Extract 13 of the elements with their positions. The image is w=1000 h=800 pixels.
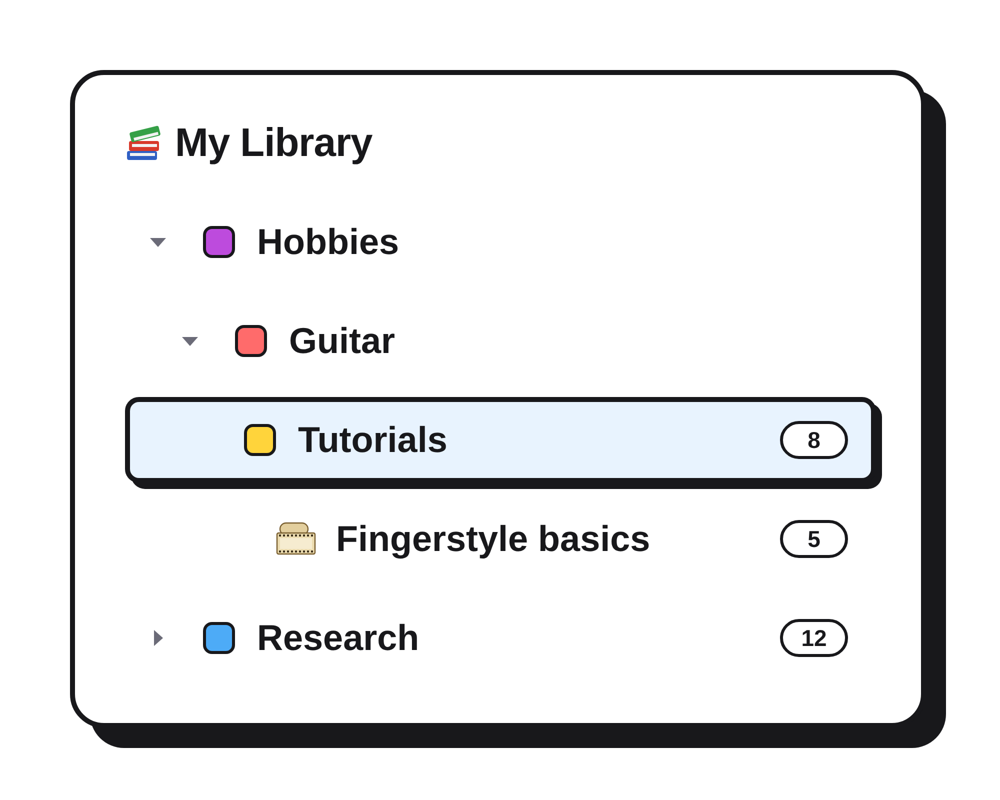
tree-item[interactable]: Fingerstyle basics 5 bbox=[125, 496, 876, 582]
count-badge: 5 bbox=[780, 520, 848, 558]
caret-icon[interactable] bbox=[150, 238, 166, 246]
count-badge: 12 bbox=[780, 619, 848, 657]
books-icon bbox=[125, 124, 163, 162]
library-title: My Library bbox=[175, 120, 372, 167]
tree-item[interactable]: Research 12 bbox=[125, 595, 876, 681]
film-strip-icon bbox=[276, 522, 316, 556]
tree-item[interactable]: Hobbies bbox=[125, 199, 876, 285]
caret-icon[interactable] bbox=[154, 630, 163, 646]
caret-icon[interactable] bbox=[182, 336, 198, 346]
tree-item[interactable]: Guitar bbox=[125, 298, 876, 384]
count-badge: 8 bbox=[780, 421, 848, 459]
